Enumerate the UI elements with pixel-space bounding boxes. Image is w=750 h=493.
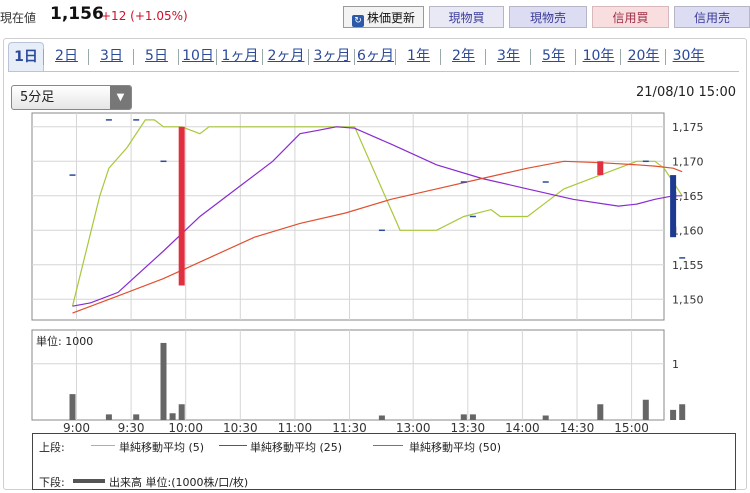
legend-ma5-label: 単純移動平均 (5) xyxy=(119,441,205,454)
y-tick-label: 1,155 xyxy=(672,259,704,272)
y-tick-label: 1,175 xyxy=(672,121,704,134)
price-plot-frame xyxy=(31,112,665,321)
y-tick-label: 1,160 xyxy=(672,224,704,237)
chart-legend: 上段: 単純移動平均 (5) 単純移動平均 (25) 単純移動平均 (50) 下… xyxy=(32,433,736,490)
volume-bar xyxy=(160,342,167,420)
volume-bar xyxy=(469,414,476,420)
ma50-line xyxy=(72,160,683,314)
legend-ma50-label: 単純移動平均 (50) xyxy=(409,441,502,454)
legend-upper-label: 上段: xyxy=(39,441,65,454)
candle-up xyxy=(597,161,604,176)
volume-bar xyxy=(679,404,686,420)
legend-volume-swatch xyxy=(73,479,105,483)
volume-bar xyxy=(69,394,76,420)
volume-bar xyxy=(642,399,649,420)
volume-plot-frame xyxy=(31,329,665,421)
legend-ma25-swatch xyxy=(219,445,247,446)
volume-bar xyxy=(169,413,176,420)
volume-y-tick-label: 1 xyxy=(672,358,679,371)
legend-ma25-label: 単純移動平均 (25) xyxy=(250,441,343,454)
volume-bar xyxy=(133,414,140,420)
volume-title: 単位: 1000 xyxy=(36,334,93,348)
legend-ma5-swatch xyxy=(91,445,115,446)
ma25-line xyxy=(72,126,683,307)
volume-bar xyxy=(105,414,112,420)
y-tick-label: 1,150 xyxy=(672,293,704,306)
volume-bar xyxy=(670,409,677,420)
candle-up xyxy=(178,126,185,286)
volume-bar xyxy=(378,415,385,420)
legend-ma50-swatch xyxy=(373,445,403,446)
legend-volume-label: 出来高 単位:(1000株/口/枚) xyxy=(109,476,249,489)
legend-lower-label: 下段: xyxy=(39,476,65,489)
volume-bar xyxy=(597,404,604,420)
volume-bar xyxy=(460,414,467,420)
y-tick-label: 1,170 xyxy=(672,155,704,168)
volume-bar xyxy=(178,404,185,420)
candle-down xyxy=(670,175,677,238)
stock-chart: 9:00 9:30 10:00 10:30 11:00 11:30 13:00 13:30 14… xyxy=(31,112,704,435)
volume-bar xyxy=(542,415,549,420)
